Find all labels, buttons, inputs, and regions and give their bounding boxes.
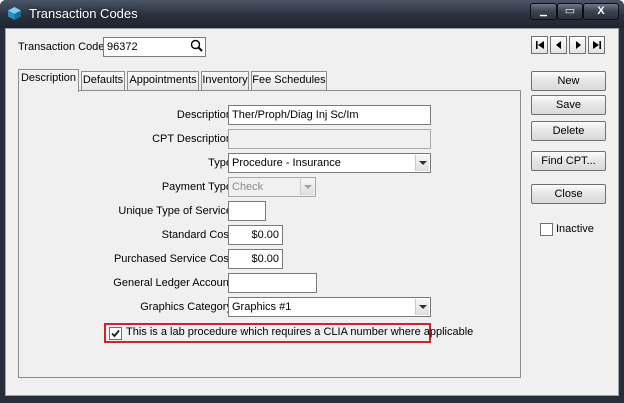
first-record-button[interactable] [531,36,548,54]
last-record-icon [592,41,601,49]
tab-inventory-label: Inventory [202,74,248,86]
magnifier-icon[interactable] [189,38,205,54]
window-title: Transaction Codes [29,6,138,21]
tab-defaults-label: Defaults [82,74,124,86]
graphics-category-value: Graphics #1 [232,301,292,313]
standard-cost-label: Standard Cost: [161,229,235,241]
purchased-service-cost-input[interactable]: $0.00 [228,249,283,269]
purchased-service-cost-label: Purchased Service Cost: [113,253,235,265]
transaction-code-label: Transaction Code: [18,41,108,53]
find-cpt-button-label: Find CPT... [541,155,596,167]
general-ledger-account-input[interactable] [228,273,317,293]
type-select[interactable]: Procedure - Insurance [228,153,431,173]
tab-description-label: Description [20,72,77,84]
payment-type-value: Check [232,181,264,193]
general-ledger-account-label: General Ledger Account: [113,277,235,289]
find-cpt-button[interactable]: Find CPT... [531,151,606,171]
delete-button[interactable]: Delete [531,121,606,141]
unique-type-of-service-label: Unique Type of Service: [118,205,235,217]
payment-type-dropdown-icon [300,179,314,195]
save-button-label: Save [555,99,582,111]
save-button[interactable]: Save [531,95,606,115]
type-dropdown-icon[interactable] [415,155,429,171]
transaction-code-value: 96372 [107,41,138,53]
tab-fee-schedules[interactable]: Fee Schedules [251,71,327,91]
checkmark-icon [111,329,120,338]
new-button[interactable]: New [531,71,606,91]
inactive-checkbox[interactable] [540,223,553,236]
tab-appointments-label: Appointments [129,74,197,86]
first-record-icon [535,41,544,49]
graphics-category-label: Graphics Category: [140,301,235,313]
tab-defaults[interactable]: Defaults [81,71,125,91]
payment-type-label: Payment Type: [161,181,235,193]
app-cube-icon [8,7,21,20]
standard-cost-input[interactable]: $0.00 [228,225,283,245]
cpt-description-label: CPT Description: [152,133,235,145]
unique-type-of-service-input[interactable] [228,201,266,221]
close-button-label: Close [554,188,583,200]
delete-button-label: Delete [552,125,585,137]
clia-label[interactable]: This is a lab procedure which requires a… [126,326,473,338]
clia-checkbox[interactable] [109,327,122,340]
close-button[interactable]: Close [531,184,606,204]
standard-cost-value: $0.00 [251,229,279,241]
description-value: Ther/Proph/Diag Inj Sc/Im [232,109,359,121]
cpt-description-input [228,129,431,149]
previous-record-icon [555,41,561,49]
title-bar[interactable]: Transaction Codes ▁ ▭ X [0,0,624,28]
type-value: Procedure - Insurance [232,157,341,169]
tab-description[interactable]: Description [18,69,79,92]
close-icon: X [597,5,605,17]
maximize-icon: ▭ [564,5,576,17]
last-record-button[interactable] [588,36,605,54]
next-record-icon [575,41,581,49]
inactive-label[interactable]: Inactive [556,223,594,235]
client-area: Transaction Code: 96372 Description Defa… [5,28,619,396]
previous-record-button[interactable] [550,36,567,54]
purchased-service-cost-value: $0.00 [251,253,279,265]
close-window-button[interactable]: X [583,3,619,20]
clia-highlight-box: This is a lab procedure which requires a… [104,323,473,343]
new-button-label: New [557,75,580,87]
minimize-button[interactable]: ▁ [530,3,557,20]
description-label: Description: [176,109,235,121]
description-input[interactable]: Ther/Proph/Diag Inj Sc/Im [228,105,431,125]
minimize-icon: ▁ [540,6,547,16]
transaction-codes-window: Transaction Codes ▁ ▭ X Transaction Code… [0,0,624,403]
tab-inventory[interactable]: Inventory [201,71,249,91]
next-record-button[interactable] [569,36,586,54]
tab-fee-schedules-label: Fee Schedules [252,74,326,86]
graphics-category-select[interactable]: Graphics #1 [228,297,431,317]
tab-appointments[interactable]: Appointments [127,71,199,91]
maximize-button[interactable]: ▭ [557,3,583,20]
payment-type-select: Check [228,177,316,197]
graphics-category-dropdown-icon[interactable] [415,299,429,315]
